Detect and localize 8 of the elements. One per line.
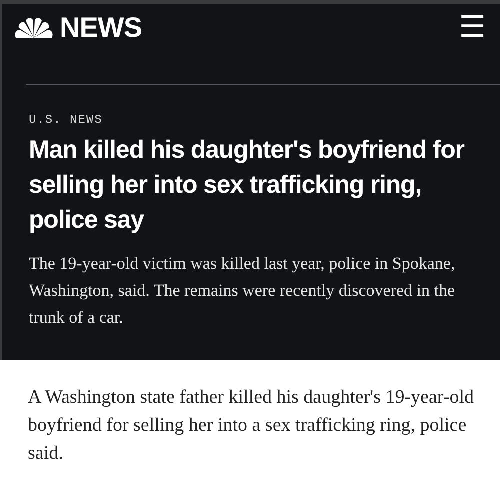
- article-summary: The 19-year-old victim was killed last year, police in Spokane, Washington, said. The remains were recently discovered in the trunk of a car.: [29, 253, 456, 329]
- headline: Man killed his daughter's boyfriend for selling her into sex trafficking ring, police say: [29, 135, 466, 236]
- article-paragraph: A Washington state father killed his daughter's 19-year-old boyfriend for selling her into a sex trafficking ring, police said.: [28, 386, 475, 466]
- logo-link[interactable]: NEWS: [14, 12, 142, 44]
- section-link[interactable]: U.S. NEWS: [29, 113, 500, 127]
- menu-button[interactable]: ☰: [455, 13, 490, 43]
- peacock-icon: [14, 17, 54, 39]
- logo-text: NEWS: [60, 12, 142, 44]
